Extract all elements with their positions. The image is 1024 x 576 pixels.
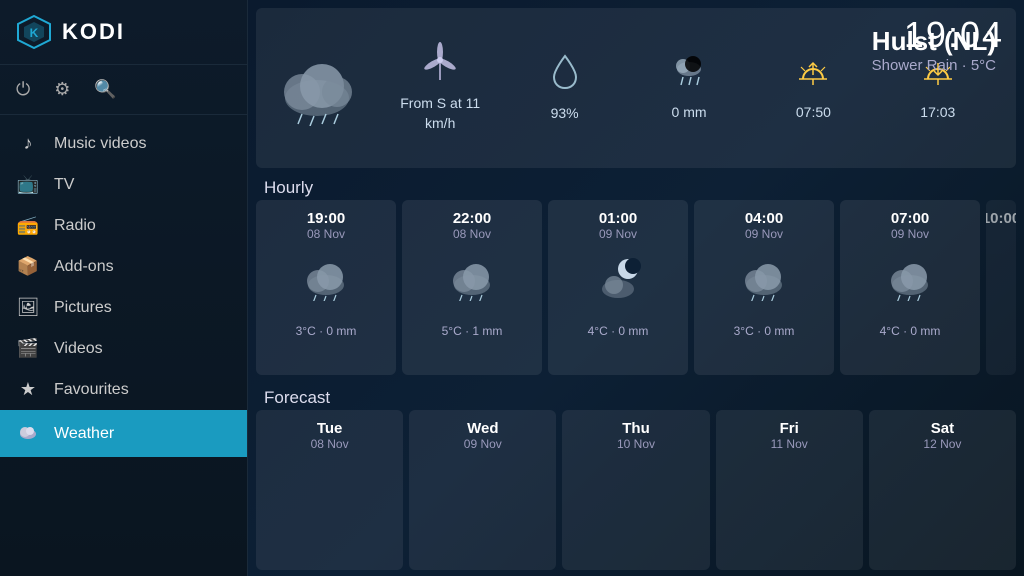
hourly-section-label: Hourly [264, 178, 313, 198]
hourly-card-3: 04:00 09 Nov 3°C · 0 mm [694, 200, 834, 375]
app-name: KODI [62, 19, 125, 45]
hourly-time-1: 22:00 [453, 210, 491, 227]
hourly-card-5: 10:00 [986, 200, 1016, 375]
hourly-time-0: 19:00 [307, 210, 345, 227]
hourly-date-2: 09 Nov [599, 227, 637, 241]
sunrise-icon [795, 53, 831, 97]
hourly-card-2: 01:00 09 Nov 4°C · 0 mm [548, 200, 688, 375]
forecast-date-2: 10 Nov [617, 437, 655, 451]
videos-icon: 🎬 [16, 338, 40, 359]
sunset-value: 17:03 [920, 103, 955, 123]
forecast-day-1: Wed [467, 420, 498, 437]
forecast-card-4: Sat 12 Nov [869, 410, 1016, 570]
favourites-label: Favourites [54, 381, 129, 399]
hourly-icon-1 [446, 255, 498, 312]
precipitation-icon [671, 53, 707, 97]
pictures-label: Pictures [54, 299, 112, 317]
forecast-card-1: Wed 09 Nov [409, 410, 556, 570]
hourly-card-4: 07:00 09 Nov 4°C · 0 mm [840, 200, 980, 375]
hourly-icon-4 [884, 255, 936, 312]
tv-icon: 📺 [16, 174, 40, 195]
sidebar-action-icons: ⏻ ⚙ 🔍 [0, 65, 247, 115]
hourly-temp-1: 5°C · 1 mm [442, 324, 503, 338]
hourly-temp-3: 3°C · 0 mm [734, 324, 795, 338]
hourly-card-1: 22:00 08 Nov 5°C · 1 mm [402, 200, 542, 375]
humidity-stat: 93% [502, 52, 626, 124]
current-weather-panel: From S at 11km/h 93% [256, 8, 1016, 168]
sidebar-item-tv[interactable]: 📺 TV [0, 164, 247, 205]
precipitation-stat: 0 mm [627, 53, 751, 123]
kodi-header: K KODI [0, 0, 247, 65]
hourly-temp-2: 4°C · 0 mm [588, 324, 649, 338]
forecast-section-label: Forecast [264, 388, 330, 408]
hourly-forecast-list: 19:00 08 Nov 3°C · 0 mm 22:00 08 Nov [256, 200, 1016, 375]
forecast-day-4: Sat [931, 420, 954, 437]
favourites-icon: ★ [16, 379, 40, 400]
sidebar-item-add-ons[interactable]: 📦 Add-ons [0, 246, 247, 287]
wind-stat: From S at 11km/h [378, 42, 502, 133]
precipitation-value: 0 mm [672, 103, 707, 123]
hourly-temp-4: 4°C · 0 mm [880, 324, 941, 338]
pictures-icon: 🖼 [16, 297, 40, 318]
nav-menu: ♪ Music videos 📺 TV 📻 Radio 📦 Add-ons 🖼 … [0, 115, 247, 576]
sidebar-item-pictures[interactable]: 🖼 Pictures [0, 287, 247, 328]
forecast-date-4: 12 Nov [923, 437, 961, 451]
forecast-day-0: Tue [317, 420, 343, 437]
radio-icon: 📻 [16, 215, 40, 236]
forecast-date-3: 11 Nov [771, 437, 808, 451]
hourly-icon-2 [592, 255, 644, 312]
weather-location: Hulst (NL) Shower Rain · 5°C [872, 26, 996, 74]
forecast-day-2: Thu [622, 420, 650, 437]
tv-label: TV [54, 176, 74, 194]
forecast-day-3: Fri [780, 420, 799, 437]
forecast-card-2: Thu 10 Nov [562, 410, 709, 570]
forecast-date-0: 08 Nov [311, 437, 349, 451]
sidebar-item-music-videos[interactable]: ♪ Music videos [0, 123, 247, 164]
power-button[interactable]: ⏻ [16, 79, 30, 100]
wind-turbine-icon [423, 42, 457, 88]
forecast-list: Tue 08 Nov Wed 09 Nov Thu 10 Nov Fri 11 … [256, 410, 1016, 570]
hourly-temp-0: 3°C · 0 mm [296, 324, 357, 338]
kodi-logo: K [16, 14, 52, 50]
videos-label: Videos [54, 340, 103, 358]
hourly-time-2: 01:00 [599, 210, 637, 227]
sidebar-item-favourites[interactable]: ★ Favourites [0, 369, 247, 410]
sunrise-stat: 07:50 [751, 53, 875, 123]
weather-condition: Shower Rain · 5°C [872, 57, 996, 74]
weather-icon [16, 420, 40, 447]
hourly-time-5: 10:00 [986, 210, 1016, 227]
sidebar-item-radio[interactable]: 📻 Radio [0, 205, 247, 246]
add-ons-icon: 📦 [16, 256, 40, 277]
sunrise-value: 07:50 [796, 103, 831, 123]
forecast-card-0: Tue 08 Nov [256, 410, 403, 570]
svg-text:K: K [30, 26, 39, 40]
forecast-card-3: Fri 11 Nov [716, 410, 863, 570]
sidebar-item-videos[interactable]: 🎬 Videos [0, 328, 247, 369]
music-videos-icon: ♪ [16, 133, 40, 154]
humidity-icon [550, 52, 580, 98]
add-ons-label: Add-ons [54, 258, 114, 276]
sidebar: K KODI ⏻ ⚙ 🔍 ♪ Music videos 📺 TV 📻 Radio… [0, 0, 248, 576]
hourly-icon-3 [738, 255, 790, 312]
location-name: Hulst (NL) [872, 26, 996, 57]
hourly-date-4: 09 Nov [891, 227, 929, 241]
hourly-icon-0 [300, 255, 352, 312]
hourly-date-1: 08 Nov [453, 227, 491, 241]
sidebar-item-weather[interactable]: Weather [0, 410, 247, 457]
music-videos-label: Music videos [54, 135, 146, 153]
hourly-time-4: 07:00 [891, 210, 929, 227]
hourly-date-3: 09 Nov [745, 227, 783, 241]
radio-label: Radio [54, 217, 96, 235]
main-content: 19:04 [248, 0, 1024, 576]
search-button[interactable]: 🔍 [94, 79, 116, 100]
wind-value: From S at 11km/h [400, 94, 480, 133]
settings-button[interactable]: ⚙ [54, 79, 70, 100]
hourly-time-3: 04:00 [745, 210, 783, 227]
hourly-card-0: 19:00 08 Nov 3°C · 0 mm [256, 200, 396, 375]
forecast-date-1: 09 Nov [464, 437, 502, 451]
hourly-date-0: 08 Nov [307, 227, 345, 241]
weather-label: Weather [54, 425, 114, 443]
humidity-value: 93% [551, 104, 579, 124]
current-weather-icon [272, 46, 362, 131]
